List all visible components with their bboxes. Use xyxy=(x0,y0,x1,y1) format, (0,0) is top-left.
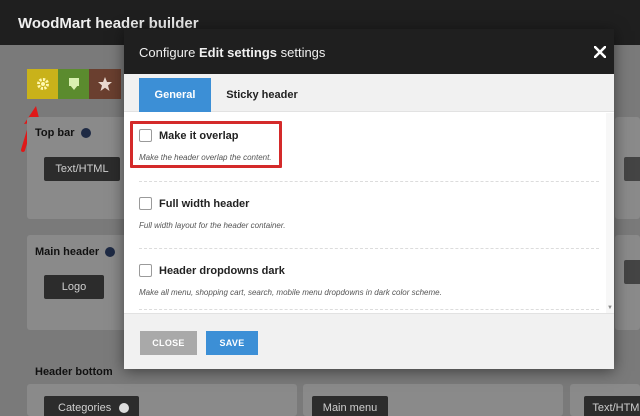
tab-general[interactable]: General xyxy=(139,78,211,112)
option-label: Make it overlap xyxy=(159,129,239,142)
option-description: Full width layout for the header contain… xyxy=(139,221,286,230)
top-bar-label: Top bar xyxy=(35,127,91,139)
close-button[interactable]: CLOSE xyxy=(140,331,197,355)
divider xyxy=(139,181,599,182)
overlap-checkbox[interactable] xyxy=(139,129,152,142)
close-modal-button[interactable] xyxy=(586,29,614,74)
import-button[interactable] xyxy=(58,69,90,99)
text-html-element[interactable]: Text/HTML xyxy=(44,157,120,181)
header-bottom-label: Header bottom xyxy=(35,366,113,378)
close-icon xyxy=(594,45,606,58)
tab-bar: General Sticky header xyxy=(124,74,614,112)
scroll-down-icon[interactable]: ▼ xyxy=(607,305,613,311)
option-description: Make all menu, shopping cart, search, mo… xyxy=(139,288,442,297)
divider xyxy=(139,309,599,310)
full-width-checkbox[interactable] xyxy=(139,197,152,210)
save-button[interactable]: SAVE xyxy=(206,331,258,355)
right-edge-element[interactable] xyxy=(624,157,640,181)
divider xyxy=(139,248,599,249)
option-label: Full width header xyxy=(159,197,250,210)
modal-header: Configure Edit settings settings xyxy=(124,29,614,74)
modal-scrollbar[interactable]: ▼ xyxy=(606,113,614,313)
right-edge-element[interactable] xyxy=(624,260,640,284)
status-dot xyxy=(105,247,116,258)
option-label: Header dropdowns dark xyxy=(159,264,285,277)
option-make-it-overlap: Make it overlap Make the header overlap … xyxy=(139,129,599,162)
main-menu-element[interactable]: Main menu xyxy=(312,396,388,416)
settings-modal: Configure Edit settings settings General… xyxy=(124,29,614,369)
logo-element[interactable]: Logo xyxy=(44,275,104,299)
modal-title: Configure Edit settings settings xyxy=(139,45,326,60)
option-description: Make the header overlap the content. xyxy=(139,153,272,162)
modal-footer: CLOSE SAVE xyxy=(124,313,614,369)
star-icon xyxy=(98,77,112,91)
dropdowns-dark-checkbox[interactable] xyxy=(139,264,152,277)
status-dot xyxy=(80,128,91,139)
tab-sticky-header[interactable]: Sticky header xyxy=(222,78,302,112)
download-icon xyxy=(69,78,79,90)
gear-icon xyxy=(37,78,49,90)
main-header-label: Main header xyxy=(35,246,116,258)
options-panel: Make it overlap Make the header overlap … xyxy=(124,113,606,313)
favorites-button[interactable] xyxy=(89,69,121,99)
settings-button[interactable] xyxy=(27,69,59,99)
categories-element[interactable]: Categories xyxy=(44,396,139,416)
option-full-width-header: Full width header Full width layout for … xyxy=(139,197,599,230)
option-header-dropdowns-dark: Header dropdowns dark Make all menu, sho… xyxy=(139,264,599,297)
status-dot xyxy=(119,403,130,413)
text-html-right-element[interactable]: Text/HTML xyxy=(584,396,640,416)
